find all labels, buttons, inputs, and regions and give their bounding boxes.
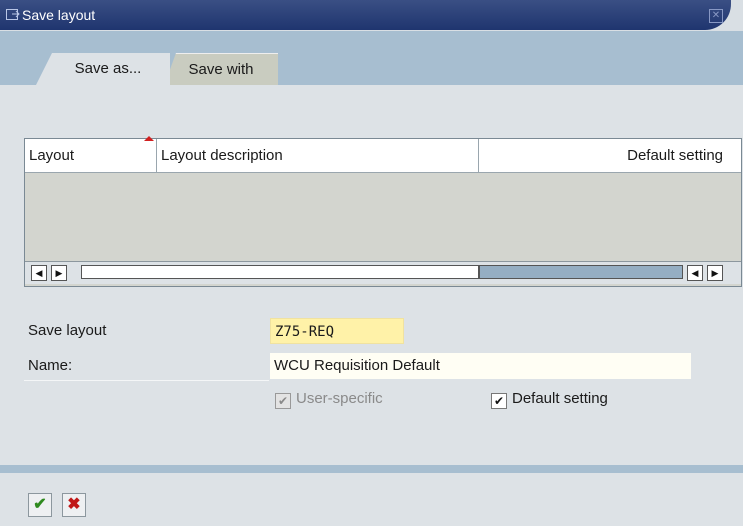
column-header-label: Layout xyxy=(29,147,75,164)
scroll-thumb[interactable] xyxy=(479,265,683,279)
arrow-right-icon[interactable]: ▶ xyxy=(707,265,723,281)
tab-save-with[interactable]: Save with xyxy=(164,53,278,86)
table-header: Layout Layout description Default settin… xyxy=(25,136,741,173)
title-bar-background: Save layout xyxy=(0,0,731,30)
title-bar: Save layout ✕ xyxy=(0,0,743,31)
user-specific-label: User-specific xyxy=(296,390,383,407)
tab-panel: Layout Layout description Default settin… xyxy=(0,85,743,465)
arrow-left-icon[interactable]: ◀ xyxy=(687,265,703,281)
divider xyxy=(24,380,269,381)
column-header-layout-description[interactable]: Layout description xyxy=(157,139,479,172)
close-icon[interactable]: ✕ xyxy=(709,9,723,23)
arrow-left-icon[interactable]: ◀ xyxy=(31,265,47,281)
checkmark-icon[interactable]: ✔ xyxy=(28,493,52,517)
footer-separator xyxy=(0,465,743,473)
name-label: Name: xyxy=(28,357,73,374)
cancel-x-icon[interactable]: ✖ xyxy=(62,493,86,517)
sort-indicator-icon xyxy=(144,136,154,141)
column-header-layout[interactable]: Layout xyxy=(25,136,157,172)
layout-table: Layout Layout description Default settin… xyxy=(24,136,742,287)
save-layout-label: Save layout xyxy=(28,322,107,339)
horizontal-scrollbar[interactable]: ◀ ▶ ◀ ▶ xyxy=(25,261,741,284)
column-header-default-setting[interactable]: Default setting xyxy=(479,139,741,172)
default-setting-checkbox[interactable]: ✔ xyxy=(491,393,507,409)
scroll-track[interactable] xyxy=(81,265,479,279)
window-title: Save layout xyxy=(22,7,96,23)
tab-save-as[interactable]: Save as... xyxy=(36,53,170,85)
window-icon xyxy=(6,8,20,20)
default-setting-label: Default setting xyxy=(512,390,608,407)
footer-toolbar: ✔ ✖ xyxy=(0,473,743,526)
tab-strip: Save with Save as... xyxy=(0,31,743,86)
name-input[interactable]: WCU Requisition Default xyxy=(270,353,691,379)
save-layout-input[interactable]: Z75-REQ xyxy=(270,318,404,344)
arrow-right-icon[interactable]: ▶ xyxy=(51,265,67,281)
user-specific-checkbox: ✔ xyxy=(275,393,291,409)
